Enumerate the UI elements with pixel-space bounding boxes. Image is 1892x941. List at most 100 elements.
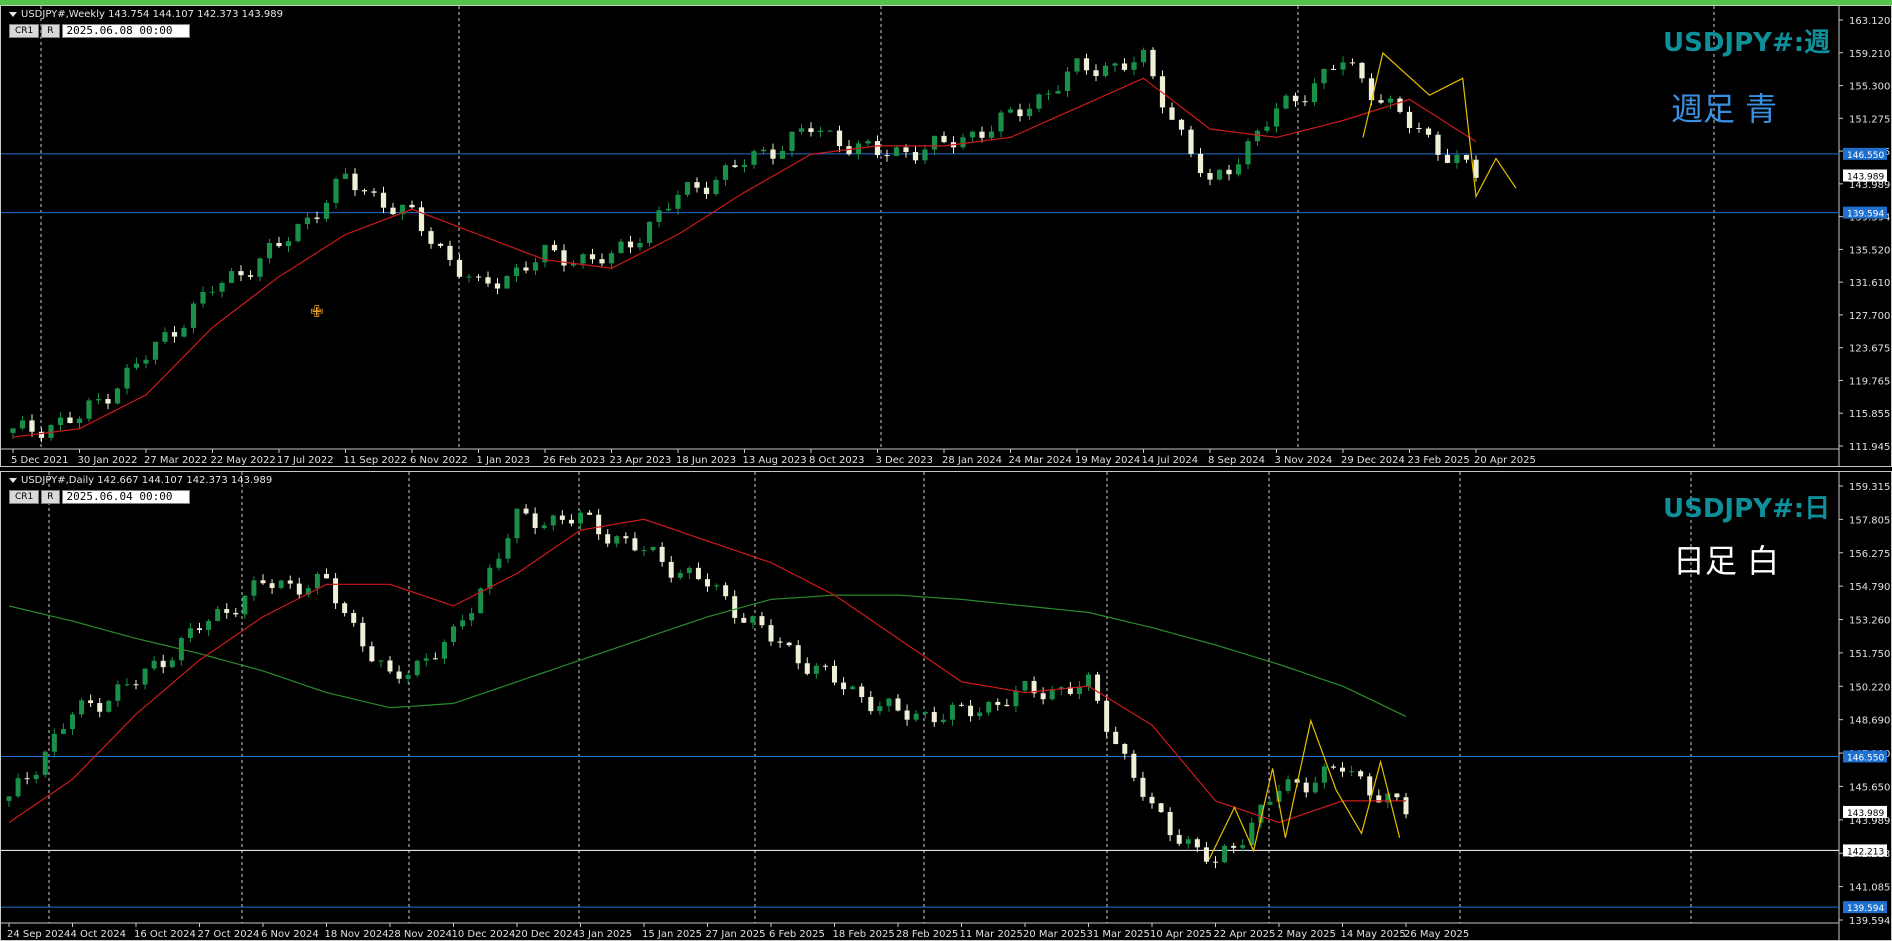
candle-body: [1222, 845, 1228, 863]
price-tick-label: 123.675: [1849, 344, 1890, 355]
candle-body: [380, 192, 387, 208]
candle-body: [361, 190, 368, 192]
candle-body: [804, 663, 810, 674]
candle-body: [428, 231, 434, 244]
daily-chart-canvas[interactable]: 159.315 157.805 156.275 154.790 153.260 151.7…: [1, 472, 1891, 940]
candle-body: [15, 778, 21, 797]
price-tick-label: 155.300: [1849, 82, 1890, 93]
candle-body: [1403, 797, 1409, 815]
cr-button[interactable]: CR1: [9, 490, 40, 504]
candle-body: [1240, 845, 1246, 848]
candle-body: [1264, 126, 1270, 131]
candle-body: [632, 538, 638, 551]
candle-body: [278, 580, 284, 588]
candle-body: [1004, 704, 1010, 707]
candle-body: [187, 628, 193, 639]
candle-body: [786, 642, 792, 646]
candle-body: [200, 291, 206, 304]
candle-body: [741, 617, 747, 623]
time-tick-label: 28 Feb 2025: [896, 929, 958, 940]
candle-body: [228, 271, 235, 283]
time-tick-label: 11 Mar 2025: [960, 929, 1023, 940]
candle-body: [209, 291, 216, 293]
candle-body: [931, 135, 938, 150]
candle-body: [751, 151, 757, 165]
candle-body: [532, 513, 538, 529]
candle-body: [513, 267, 520, 277]
candle-body: [1064, 71, 1071, 92]
candle-body: [219, 282, 225, 292]
time-tick-label: 6 Nov 2024: [261, 929, 319, 940]
candle-body: [133, 684, 139, 686]
candle-body: [333, 578, 339, 604]
candle-body: [832, 665, 837, 683]
candle-body: [988, 131, 995, 138]
weekly-chart-pane[interactable]: 163.120159.210155.300151.275147.185143.9…: [0, 5, 1892, 467]
candle-body: [940, 719, 946, 723]
collapse-triangle-icon[interactable]: [9, 477, 17, 483]
candle-body: [659, 546, 665, 562]
candle-body: [451, 626, 456, 643]
candle-body: [523, 508, 529, 514]
time-tick-label: 3 Nov 2024: [1275, 455, 1333, 466]
candle-body: [514, 508, 520, 539]
time-tick-label: 27 Jan 2025: [706, 929, 766, 940]
candle-body: [414, 660, 420, 676]
candle-body: [67, 417, 73, 423]
candle-body: [1017, 109, 1023, 117]
candle-body: [1140, 777, 1146, 797]
date-field[interactable]: 2025.06.04 00:00: [61, 490, 190, 504]
candle-body: [1036, 94, 1042, 109]
collapse-triangle-icon[interactable]: [9, 11, 17, 17]
candle-body: [741, 164, 748, 168]
time-tick-label: 20 Dec 2024: [515, 929, 579, 940]
candle-body: [1169, 107, 1175, 120]
daily-chart-pane[interactable]: 159.315 157.805 156.275 154.790 153.260 151.7…: [0, 471, 1892, 941]
candle-body: [1131, 62, 1137, 70]
candle-body: [70, 714, 75, 730]
candle-body: [665, 208, 672, 211]
candle-body: [257, 258, 263, 277]
time-tick-label: 15 Jan 2025: [642, 929, 702, 940]
cr-button[interactable]: CR1: [9, 24, 40, 38]
candle-body: [1178, 119, 1185, 130]
price-tick-label: 151.275: [1849, 114, 1890, 125]
candle-body: [124, 367, 130, 389]
candle-body: [859, 686, 865, 698]
candle-body: [1022, 681, 1028, 691]
time-tick-label: 31 Mar 2025: [1087, 929, 1150, 940]
time-tick-label: 8 Oct 2023: [809, 455, 864, 466]
time-tick-label: 10 Dec 2024: [452, 929, 516, 940]
candle-body: [1367, 776, 1373, 796]
r-button[interactable]: R: [41, 490, 60, 504]
candle-body: [559, 515, 565, 520]
candle-body: [995, 701, 1001, 705]
symbol-title: USDJPY#:週: [1663, 28, 1831, 58]
time-tick-label: 28 Nov 2024: [388, 929, 452, 940]
candle-body: [551, 244, 558, 251]
candle-body: [1055, 91, 1061, 94]
candle-body: [1040, 693, 1046, 700]
r-button[interactable]: R: [41, 24, 60, 38]
price-tick-label: 159.210: [1849, 49, 1890, 60]
candle-body: [986, 701, 992, 713]
candle-body: [777, 641, 783, 643]
candle-body: [1167, 812, 1173, 836]
time-tick-label: 13 Aug 2023: [743, 455, 807, 466]
price-level-tag-text: 146.550: [1847, 151, 1884, 161]
price-tick-label: 153.260: [1849, 616, 1890, 627]
candle-body: [895, 698, 901, 711]
candle-body: [637, 242, 643, 248]
candle-body: [977, 712, 983, 717]
candle-body: [487, 567, 493, 589]
weekly-chart-canvas[interactable]: 163.120159.210155.300151.275147.185143.9…: [1, 6, 1891, 466]
time-tick-label: 8 Sep 2024: [1208, 455, 1265, 466]
candle-body: [466, 276, 472, 278]
candle-body: [877, 706, 883, 712]
candle-body: [618, 241, 624, 254]
candle-body: [378, 660, 384, 662]
candle-body: [233, 612, 239, 615]
candle-body: [677, 573, 683, 578]
date-field[interactable]: 2025.06.08 00:00: [61, 24, 190, 38]
time-tick-label: 23 Apr 2023: [610, 455, 672, 466]
